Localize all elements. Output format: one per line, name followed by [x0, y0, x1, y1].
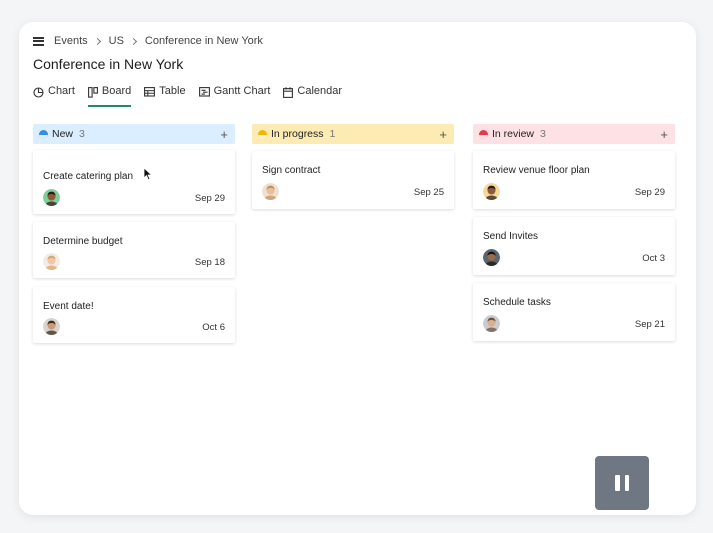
card[interactable]: Schedule tasks Sep 21: [473, 283, 675, 341]
column-name: In progress: [271, 128, 324, 140]
chevron-right-icon: [129, 37, 137, 45]
card[interactable]: Sign contract Sep 25: [252, 151, 454, 209]
chevron-right-icon: [93, 37, 101, 45]
card[interactable]: Send Invites Oct 3: [473, 217, 675, 275]
mouse-cursor-icon: [143, 167, 153, 181]
column-in-review: In review 3 + Review venue floor plan Se…: [473, 124, 675, 341]
breadcrumb: Events US Conference in New York: [33, 34, 266, 48]
avatar: [43, 189, 60, 206]
pause-button[interactable]: [595, 456, 649, 510]
card[interactable]: Determine budget Sep 18: [33, 222, 235, 278]
card-title: Event date!: [43, 301, 94, 312]
tab-gantt-chart[interactable]: Gantt Chart: [198, 85, 271, 107]
card-due-date: Oct 3: [642, 253, 665, 264]
tab-calendar[interactable]: Calendar: [283, 85, 342, 107]
column-in-progress: In progress 1 + Sign contract Sep 25: [252, 124, 454, 209]
board-icon: [87, 87, 98, 98]
tab-calendar-label: Calendar: [297, 85, 343, 97]
chart-icon: [33, 87, 44, 98]
view-tabs: Chart Board Table Gantt Chart Calendar: [33, 85, 355, 107]
column-name: New: [52, 128, 74, 140]
add-card-button[interactable]: +: [439, 128, 447, 141]
card-title: Create catering plan: [43, 171, 134, 182]
status-in-review-icon: [479, 129, 488, 139]
tab-table[interactable]: Table: [144, 85, 186, 107]
avatar: [483, 183, 500, 200]
column-header: In progress 1 +: [252, 124, 454, 144]
card-title: Review venue floor plan: [483, 165, 590, 176]
column-new: New 3 + Create catering plan Sep 29 Dete…: [33, 124, 235, 343]
breadcrumb-us[interactable]: US: [109, 35, 124, 47]
pause-icon: [624, 475, 629, 491]
column-count: 3: [79, 128, 85, 140]
card[interactable]: Create catering plan Sep 29: [33, 150, 235, 214]
menu-icon[interactable]: [33, 36, 44, 46]
card-due-date: Sep 29: [194, 193, 225, 204]
column-count: 1: [329, 128, 336, 140]
tab-board[interactable]: Board: [87, 85, 132, 107]
card-due-date: Sep 21: [634, 319, 665, 330]
card-title: Sign contract: [262, 165, 321, 176]
card-due-date: Sep 29: [634, 187, 665, 198]
card-due-date: Oct 6: [202, 322, 225, 333]
tab-chart-label: Chart: [48, 85, 75, 97]
board-panel: Events US Conference in New York Confere…: [19, 22, 696, 515]
card-title: Schedule tasks: [483, 297, 551, 308]
avatar: [43, 318, 60, 335]
gantt-icon: [198, 87, 210, 97]
breadcrumb-current[interactable]: Conference in New York: [145, 35, 263, 47]
calendar-icon: [283, 87, 294, 98]
card[interactable]: Event date! Oct 6: [33, 287, 235, 343]
status-in-progress-icon: [258, 129, 267, 139]
card-due-date: Sep 25: [413, 187, 444, 198]
tab-gantt-label: Gantt Chart: [213, 85, 271, 97]
tab-board-label: Board: [101, 85, 132, 97]
table-icon: [144, 87, 156, 97]
pause-icon: [615, 475, 620, 491]
card-title: Determine budget: [43, 236, 123, 247]
tab-chart[interactable]: Chart: [33, 85, 75, 107]
card-title: Send Invites: [483, 231, 539, 242]
column-count: 3: [540, 128, 546, 140]
avatar: [43, 253, 60, 270]
card-due-date: Sep 18: [194, 257, 225, 268]
column-header: In review 3 +: [473, 124, 675, 144]
avatar: [483, 315, 500, 332]
avatar: [483, 249, 500, 266]
page-title: Conference in New York: [33, 56, 184, 72]
breadcrumb-events[interactable]: Events: [54, 35, 88, 47]
card[interactable]: Review venue floor plan Sep 29: [473, 151, 675, 209]
column-header: New 3 +: [33, 124, 235, 144]
column-name: In review: [492, 128, 535, 140]
avatar: [262, 183, 279, 200]
add-card-button[interactable]: +: [220, 128, 228, 141]
tab-table-label: Table: [159, 85, 186, 97]
status-new-icon: [39, 129, 48, 139]
add-card-button[interactable]: +: [660, 128, 668, 141]
